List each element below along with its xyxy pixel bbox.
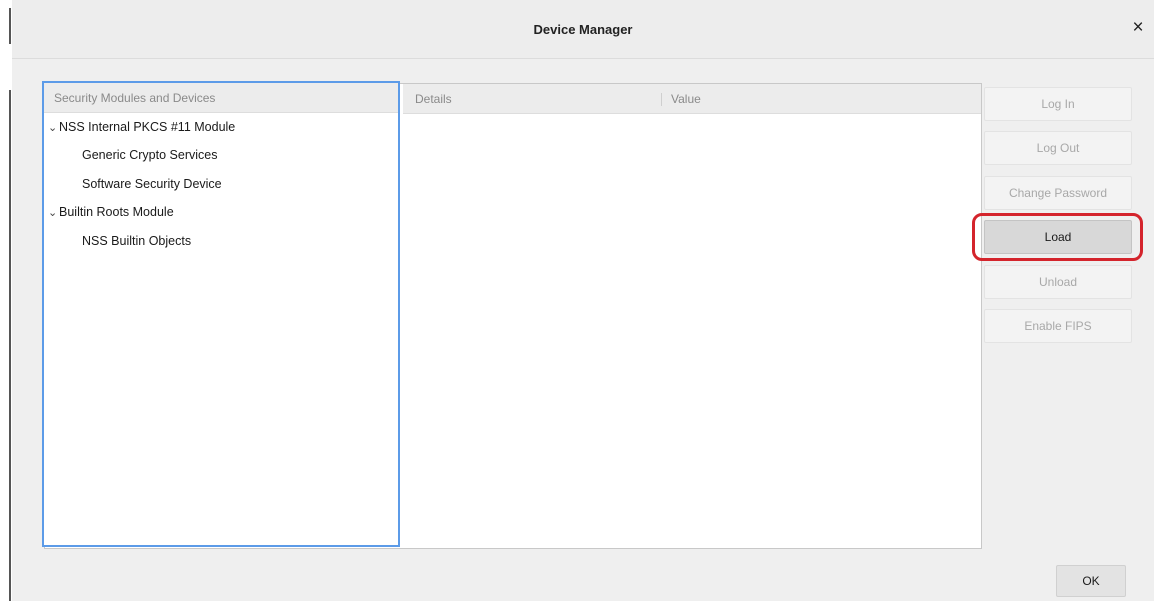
details-header-label: Details <box>415 92 452 106</box>
load-button[interactable]: Load <box>984 220 1132 254</box>
tree-item-label: NSS Internal PKCS #11 Module <box>59 120 236 134</box>
window-edge-line <box>9 8 11 44</box>
unload-button[interactable]: Unload <box>984 265 1132 299</box>
dialog-content: Details Value Security Modules and Devic… <box>12 59 1154 601</box>
window-edge-line <box>9 90 11 601</box>
close-icon[interactable]: × <box>1128 18 1148 38</box>
chevron-down-icon[interactable]: ⌄ <box>48 114 58 142</box>
ok-button[interactable]: OK <box>1056 565 1126 597</box>
details-column-header[interactable]: Details Value <box>403 84 981 114</box>
tree-item-label: Builtin Roots Module <box>59 205 174 219</box>
tree-item-software-security-device[interactable]: Software Security Device <box>82 170 222 198</box>
tree-item-nss-internal-module[interactable]: ⌄ NSS Internal PKCS #11 Module <box>48 113 235 141</box>
log-out-button[interactable]: Log Out <box>984 131 1132 165</box>
tree-item-label: Generic Crypto Services <box>82 148 218 162</box>
log-in-button[interactable]: Log In <box>984 87 1132 121</box>
tree-item-label: Software Security Device <box>82 177 222 191</box>
tree-item-label: NSS Builtin Objects <box>82 234 192 248</box>
window-title: Device Manager <box>533 22 633 37</box>
tree-item-builtin-roots-module[interactable]: ⌄ Builtin Roots Module <box>48 198 174 226</box>
chevron-down-icon[interactable]: ⌄ <box>48 199 58 227</box>
device-manager-window: Device Manager × Details Value Security … <box>0 0 1154 601</box>
column-separator[interactable] <box>661 93 662 106</box>
security-modules-tree[interactable]: Security Modules and Devices ⌄ NSS Intern… <box>42 81 400 547</box>
tree-item-nss-builtin-objects[interactable]: NSS Builtin Objects <box>82 227 191 255</box>
tree-item-generic-crypto-services[interactable]: Generic Crypto Services <box>82 141 217 169</box>
value-header-label: Value <box>671 92 701 106</box>
title-bar: Device Manager × <box>12 0 1154 59</box>
change-password-button[interactable]: Change Password <box>984 176 1132 210</box>
enable-fips-button[interactable]: Enable FIPS <box>984 309 1132 343</box>
background-window-edge <box>0 0 12 601</box>
tree-column-header[interactable]: Security Modules and Devices <box>44 83 398 113</box>
